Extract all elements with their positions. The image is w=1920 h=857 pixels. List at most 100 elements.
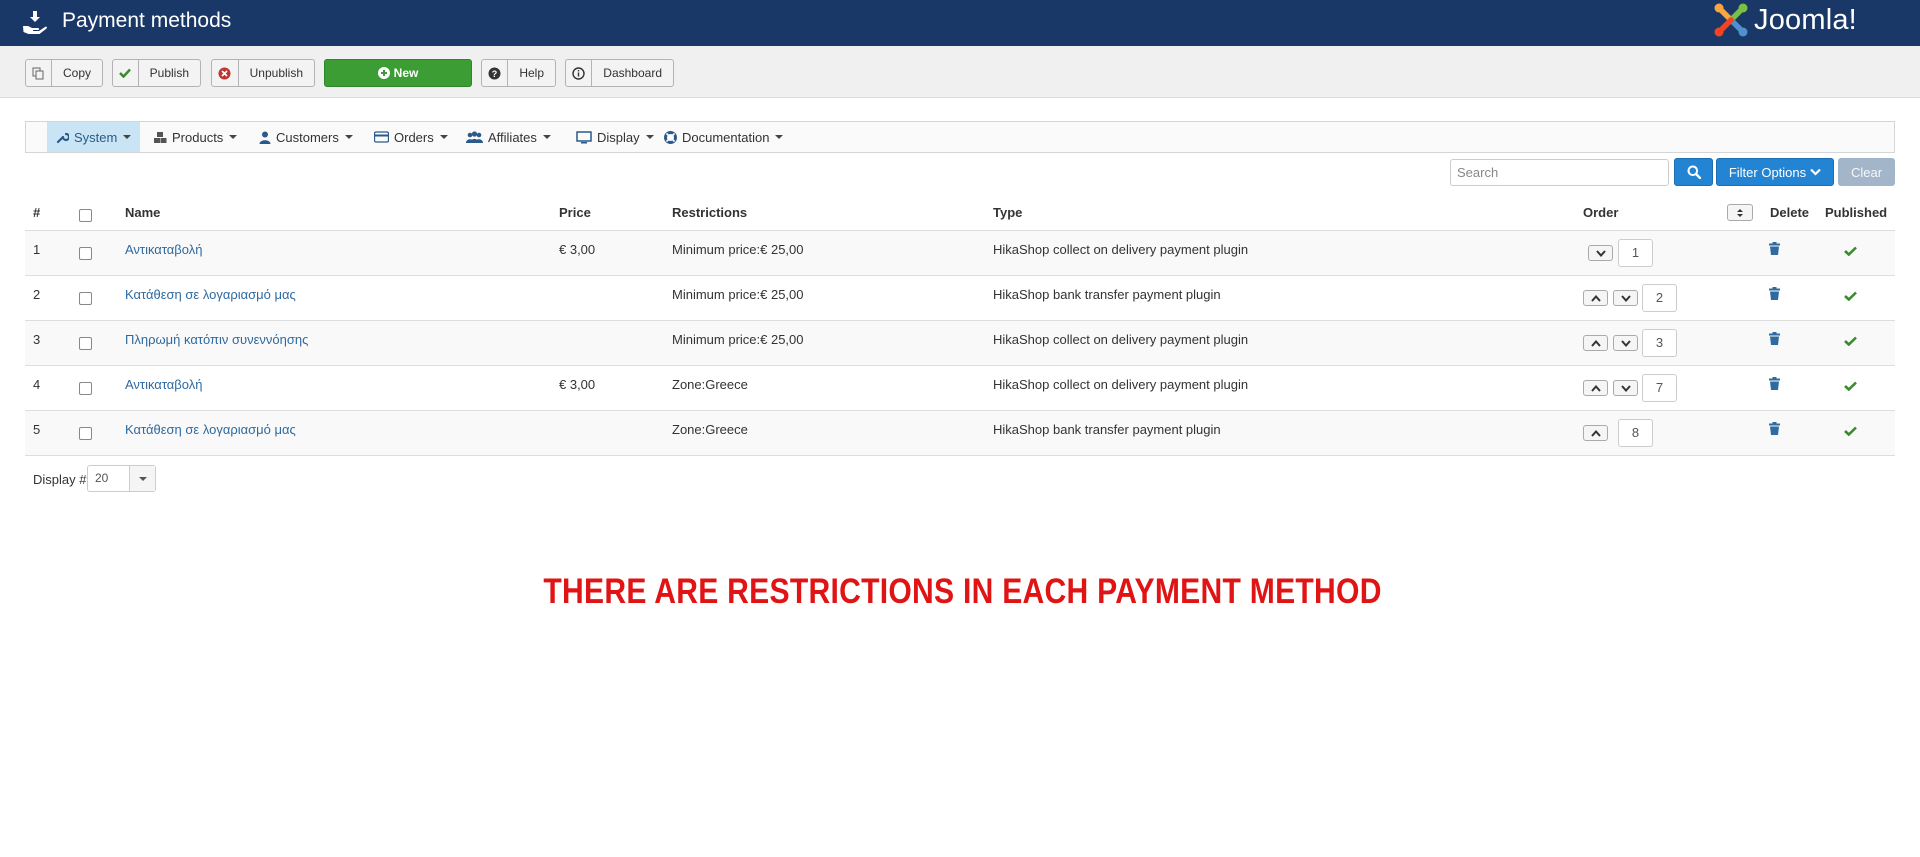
row-restrictions: Minimum price:€ 25,00: [672, 287, 804, 302]
svg-text:?: ?: [492, 69, 498, 79]
filter-options-button[interactable]: Filter Options: [1716, 158, 1834, 186]
col-header-num: #: [33, 205, 41, 220]
order-input[interactable]: 3: [1642, 329, 1677, 357]
row-checkbox[interactable]: [79, 292, 92, 305]
table-bottom-border: [25, 455, 1895, 456]
move-down-icon[interactable]: [1613, 380, 1638, 396]
col-header-published[interactable]: Published: [1825, 205, 1887, 220]
menu-customers[interactable]: Customers: [250, 122, 362, 152]
row-restrictions: Minimum price:€ 25,00: [672, 242, 804, 257]
unpublish-button[interactable]: Unpublish: [211, 59, 315, 87]
order-input[interactable]: 2: [1642, 284, 1677, 312]
trash-icon[interactable]: [1769, 377, 1780, 393]
published-check-icon[interactable]: [1844, 334, 1857, 349]
menu-orders-label: Orders: [394, 129, 434, 145]
table-row: 3 Πληρωμή κατόπιν συνεννόησης Minimum pric…: [25, 320, 1895, 365]
row-name-link[interactable]: Κατάθεση σε λογαριασμό μας: [125, 422, 296, 437]
sort-icon: [1737, 208, 1743, 217]
published-check-icon[interactable]: [1844, 289, 1857, 304]
move-up-icon[interactable]: [1583, 425, 1608, 441]
question-icon: ?: [482, 60, 509, 86]
row-price: € 3,00: [559, 242, 596, 257]
save-order-button[interactable]: [1727, 204, 1753, 221]
trash-icon[interactable]: [1769, 422, 1780, 438]
caret-down-icon: [344, 135, 353, 139]
joomla-logo-icon: [1714, 3, 1748, 37]
row-name-link[interactable]: Πληρωμή κατόπιν συνεννόησης: [125, 332, 308, 347]
row-type: HikaShop bank transfer payment plugin: [993, 287, 1221, 302]
dashboard-button[interactable]: Dashboard: [565, 59, 674, 87]
dashboard-label: Dashboard: [603, 66, 662, 80]
check-icon: [113, 60, 139, 86]
move-up-icon[interactable]: [1583, 290, 1608, 306]
move-down-icon[interactable]: [1588, 245, 1613, 261]
published-check-icon[interactable]: [1844, 244, 1857, 259]
search-input[interactable]: [1450, 159, 1669, 186]
page-title: Payment methods: [62, 9, 232, 32]
help-button[interactable]: ? Help: [481, 59, 556, 87]
joomla-logo-text: Joomla!: [1754, 3, 1857, 36]
joomla-logo[interactable]: Joomla!: [1712, 0, 1857, 40]
order-input[interactable]: 1: [1618, 239, 1653, 267]
display-count-select[interactable]: 20: [87, 465, 156, 492]
row-checkbox[interactable]: [79, 247, 92, 260]
caret-down-icon[interactable]: [129, 466, 155, 491]
row-checkbox[interactable]: [79, 337, 92, 350]
col-header-type[interactable]: Type: [993, 205, 1022, 220]
row-restrictions: Zone:Greece: [672, 377, 748, 392]
row-name-link[interactable]: Κατάθεση σε λογαριασμό μας: [125, 287, 296, 302]
lifebuoy-icon: [664, 130, 677, 144]
row-number: 2: [33, 287, 41, 302]
menu-orders[interactable]: Orders: [365, 122, 457, 152]
row-name-link[interactable]: Αντικαταβολή: [125, 242, 202, 257]
move-down-icon[interactable]: [1613, 290, 1638, 306]
header-bar: Payment methods Joomla!: [0, 0, 1920, 46]
order-input[interactable]: 7: [1642, 374, 1677, 402]
toolbar: Copy Publish Unpublish New ? Help Dashbo…: [0, 46, 1920, 98]
copy-button[interactable]: Copy: [25, 59, 103, 87]
caret-down-icon: [123, 135, 132, 139]
row-checkbox[interactable]: [79, 382, 92, 395]
clear-button[interactable]: Clear: [1838, 158, 1895, 186]
move-up-icon[interactable]: [1583, 380, 1608, 396]
order-input[interactable]: 8: [1618, 419, 1653, 447]
caret-down-icon: [542, 135, 551, 139]
published-check-icon[interactable]: [1844, 424, 1857, 439]
published-check-icon[interactable]: [1844, 379, 1857, 394]
publish-button[interactable]: Publish: [112, 59, 201, 87]
row-type: HikaShop collect on delivery payment plu…: [993, 332, 1249, 347]
trash-icon[interactable]: [1769, 287, 1780, 303]
new-button[interactable]: New: [324, 59, 472, 87]
menu-system[interactable]: System: [47, 122, 141, 152]
menu-display[interactable]: Display: [567, 122, 663, 152]
move-up-icon[interactable]: [1583, 335, 1608, 351]
row-checkbox[interactable]: [79, 427, 92, 440]
row-number: 5: [33, 422, 41, 437]
copy-label: Copy: [62, 66, 91, 80]
users-icon: [466, 130, 483, 143]
help-label: Help: [519, 66, 544, 80]
col-header-order[interactable]: Order: [1583, 205, 1618, 220]
publish-label: Publish: [149, 66, 189, 80]
chevron-down-icon: [1810, 168, 1821, 176]
menu-affiliates[interactable]: Affiliates: [457, 122, 560, 152]
payment-hand-icon: [23, 11, 47, 34]
row-name-link[interactable]: Αντικαταβολή: [125, 377, 202, 392]
select-all-checkbox[interactable]: [79, 209, 92, 222]
move-down-icon[interactable]: [1613, 335, 1638, 351]
filter-options-label: Filter Options: [1728, 164, 1807, 180]
info-icon: [566, 60, 593, 86]
search-icon: [1687, 165, 1701, 179]
copy-icon: [26, 60, 52, 86]
menu-affiliates-label: Affiliates: [488, 129, 537, 145]
wrench-icon: [56, 132, 69, 143]
menu-documentation[interactable]: Documentation: [655, 122, 792, 152]
search-button[interactable]: [1674, 158, 1713, 186]
col-header-name[interactable]: Name: [125, 205, 160, 220]
trash-icon[interactable]: [1769, 332, 1780, 348]
trash-icon[interactable]: [1769, 242, 1780, 258]
display-count-label: Display #: [33, 472, 87, 487]
plus-circle-icon: [377, 67, 390, 79]
menu-products[interactable]: Products: [144, 122, 246, 152]
col-header-price[interactable]: Price: [559, 205, 591, 220]
